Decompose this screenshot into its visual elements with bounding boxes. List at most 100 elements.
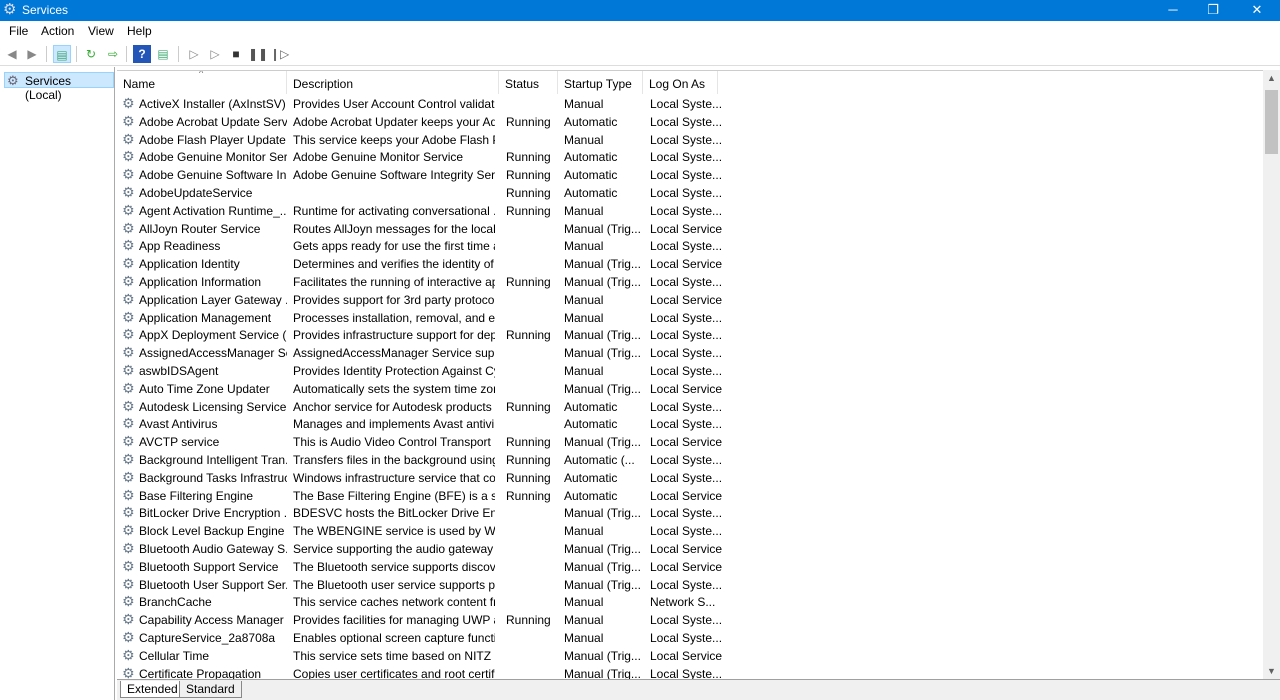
service-row[interactable]: ⚙ Autodesk Licensing Service Anchor servic… <box>117 398 737 416</box>
back-icon[interactable]: ◀ <box>3 45 21 63</box>
restore-button[interactable]: ❐ <box>1190 0 1236 21</box>
service-gear-icon: ⚙ <box>122 575 135 592</box>
restart-service-icon[interactable]: ❙▷ <box>270 45 289 63</box>
service-row[interactable]: ⚙ AdobeUpdateService Running Automatic Local… <box>117 184 737 202</box>
service-startup-type: Automatic <box>564 186 618 200</box>
service-description: The Bluetooth service supports discove..… <box>293 559 495 574</box>
service-row[interactable]: ⚙ Capability Access Manager ... Provides f… <box>117 611 737 629</box>
service-startup-type: Manual <box>564 97 604 111</box>
service-row[interactable]: ⚙ Adobe Acrobat Update Serv... Adobe Acrob… <box>117 113 737 131</box>
service-log-on-as: Local Service <box>650 381 723 396</box>
export-list-icon[interactable]: ⇨ <box>104 45 122 63</box>
column-header-startup-type[interactable]: Startup Type <box>558 71 643 94</box>
service-row[interactable]: ⚙ Adobe Genuine Monitor Ser... Adobe Genui… <box>117 148 737 166</box>
window-title: Services <box>22 3 69 17</box>
service-gear-icon: ⚙ <box>122 308 135 325</box>
service-row[interactable]: ⚙ Background Tasks Infrastruc... Windows i… <box>117 469 737 487</box>
service-row[interactable]: ⚙ Certificate Propagation Copies user cert… <box>117 665 737 679</box>
service-log-on-as: Local Syste... <box>650 328 723 343</box>
service-row[interactable]: ⚙ Bluetooth User Support Ser... The Blueto… <box>117 576 737 594</box>
service-gear-icon: ⚙ <box>122 629 135 645</box>
service-row[interactable]: ⚙ ActiveX Installer (AxInstSV) Provides Us… <box>117 95 737 113</box>
service-log-on-as: Local Service <box>650 559 723 574</box>
vertical-scrollbar[interactable]: ▲ ▼ <box>1263 70 1280 679</box>
service-log-on-as: Network S... <box>650 595 716 610</box>
service-startup-type: Manual (Trig... <box>564 577 641 592</box>
tab-standard[interactable]: Standard <box>179 681 242 698</box>
service-row[interactable]: ⚙ AllJoyn Router Service Routes AllJoyn me… <box>117 220 737 238</box>
service-startup-type: Manual <box>564 292 604 307</box>
show-hide-console-tree-icon[interactable]: ▤ <box>53 45 71 63</box>
service-gear-icon: ⚙ <box>122 522 135 539</box>
menu-file[interactable]: File <box>9 24 28 38</box>
service-row[interactable]: ⚙ Application Management Processes install… <box>117 309 737 327</box>
column-header-log-on-as[interactable]: Log On As <box>643 71 718 94</box>
service-log-on-as: Local Syste... <box>650 666 723 679</box>
service-row[interactable]: ⚙ Avast Antivirus Manages and implements A… <box>117 415 737 433</box>
refresh-icon[interactable]: ↻ <box>82 45 100 63</box>
menu-help[interactable]: Help <box>127 24 152 38</box>
service-description: Provides facilities for managing UWP a..… <box>293 613 495 628</box>
tab-extended[interactable]: Extended <box>120 681 185 698</box>
service-name: Adobe Genuine Monitor Ser... <box>139 150 287 165</box>
service-status: Running <box>506 186 551 200</box>
service-row[interactable]: ⚙ Bluetooth Support Service The Bluetooth … <box>117 558 737 576</box>
service-row[interactable]: ⚙ Application Identity Determines and veri… <box>117 255 737 273</box>
service-row[interactable]: ⚙ aswbIDSAgent Provides Identity Protectio… <box>117 362 737 380</box>
service-row[interactable]: ⚙ Bluetooth Audio Gateway S... Service sup… <box>117 540 737 558</box>
service-row[interactable]: ⚙ Cellular Time This service sets time bas… <box>117 647 737 665</box>
stop-service-icon[interactable]: ■ <box>227 45 245 63</box>
properties-icon[interactable]: ▤ <box>154 45 172 63</box>
service-status: Running <box>506 435 551 450</box>
service-row[interactable]: ⚙ Application Information Facilitates the … <box>117 273 737 291</box>
service-status: Running <box>506 114 551 129</box>
service-description: The Bluetooth user service supports pr..… <box>293 577 495 592</box>
column-header-description[interactable]: Description <box>287 71 499 94</box>
service-row[interactable]: ⚙ Adobe Flash Player Update ... This servi… <box>117 131 737 149</box>
start-service-icon[interactable]: ▷ <box>185 45 203 63</box>
service-startup-type: Manual <box>564 364 604 378</box>
service-gear-icon: ⚙ <box>122 646 135 663</box>
service-startup-type: Automatic <box>564 114 618 129</box>
column-header-name[interactable]: ^ Name <box>117 71 287 94</box>
service-name: Autodesk Licensing Service <box>139 399 287 414</box>
service-row[interactable]: ⚙ App Readiness Gets apps ready for use th… <box>117 237 737 255</box>
service-row[interactable]: ⚙ AssignedAccessManager Se... AssignedAcce… <box>117 344 737 362</box>
service-startup-type: Automatic <box>564 470 618 485</box>
help-icon[interactable]: ? <box>133 45 151 63</box>
service-row[interactable]: ⚙ Application Layer Gateway ... Provides s… <box>117 291 737 309</box>
service-log-on-as: Local Syste... <box>650 417 723 432</box>
service-row[interactable]: ⚙ CaptureService_2a8708a Enables optional … <box>117 629 737 647</box>
menu-action[interactable]: Action <box>41 24 74 38</box>
start-service-alt-icon[interactable]: ▷ <box>206 45 224 63</box>
service-row[interactable]: ⚙ Base Filtering Engine The Base Filtering… <box>117 487 737 505</box>
service-log-on-as: Local Service <box>650 221 723 236</box>
service-gear-icon: ⚙ <box>122 397 135 414</box>
service-row[interactable]: ⚙ BitLocker Drive Encryption ... BDESVC ho… <box>117 504 737 522</box>
service-row[interactable]: ⚙ BranchCache This service caches network … <box>117 593 737 611</box>
service-startup-type: Automatic <box>564 417 618 432</box>
column-label: Log On As <box>649 77 706 91</box>
service-row[interactable]: ⚙ AppX Deployment Service (... Provides in… <box>117 326 737 344</box>
service-description: This is Audio Video Control Transport P.… <box>293 435 495 450</box>
service-row[interactable]: ⚙ Agent Activation Runtime_... Runtime for… <box>117 202 737 220</box>
close-button[interactable]: ✕ <box>1234 0 1280 21</box>
menu-view[interactable]: View <box>88 24 114 38</box>
tree-node-services-local[interactable]: ⚙ Services (Local) <box>4 72 114 102</box>
scroll-down-icon[interactable]: ▼ <box>1263 666 1280 676</box>
service-startup-type: Manual (Trig... <box>564 346 641 361</box>
pause-service-icon[interactable]: ❚❚ <box>248 45 268 63</box>
service-log-on-as: Local Syste... <box>650 524 723 539</box>
service-log-on-as: Local Syste... <box>650 186 723 200</box>
service-row[interactable]: ⚙ Auto Time Zone Updater Automatically set… <box>117 380 737 398</box>
service-name: Application Information <box>139 275 262 289</box>
column-header-status[interactable]: Status <box>499 71 558 94</box>
forward-icon[interactable]: ▶ <box>23 45 41 63</box>
service-row[interactable]: ⚙ AVCTP service This is Audio Video Contro… <box>117 433 737 451</box>
service-row[interactable]: ⚙ Background Intelligent Tran... Transfers… <box>117 451 737 469</box>
scroll-up-icon[interactable]: ▲ <box>1263 73 1280 83</box>
scrollbar-thumb[interactable] <box>1265 90 1278 154</box>
service-row[interactable]: ⚙ Block Level Backup Engine ... The WBENGI… <box>117 522 737 540</box>
service-row[interactable]: ⚙ Adobe Genuine Software In... Adobe Genui… <box>117 166 737 184</box>
service-gear-icon: ⚙ <box>122 451 135 467</box>
